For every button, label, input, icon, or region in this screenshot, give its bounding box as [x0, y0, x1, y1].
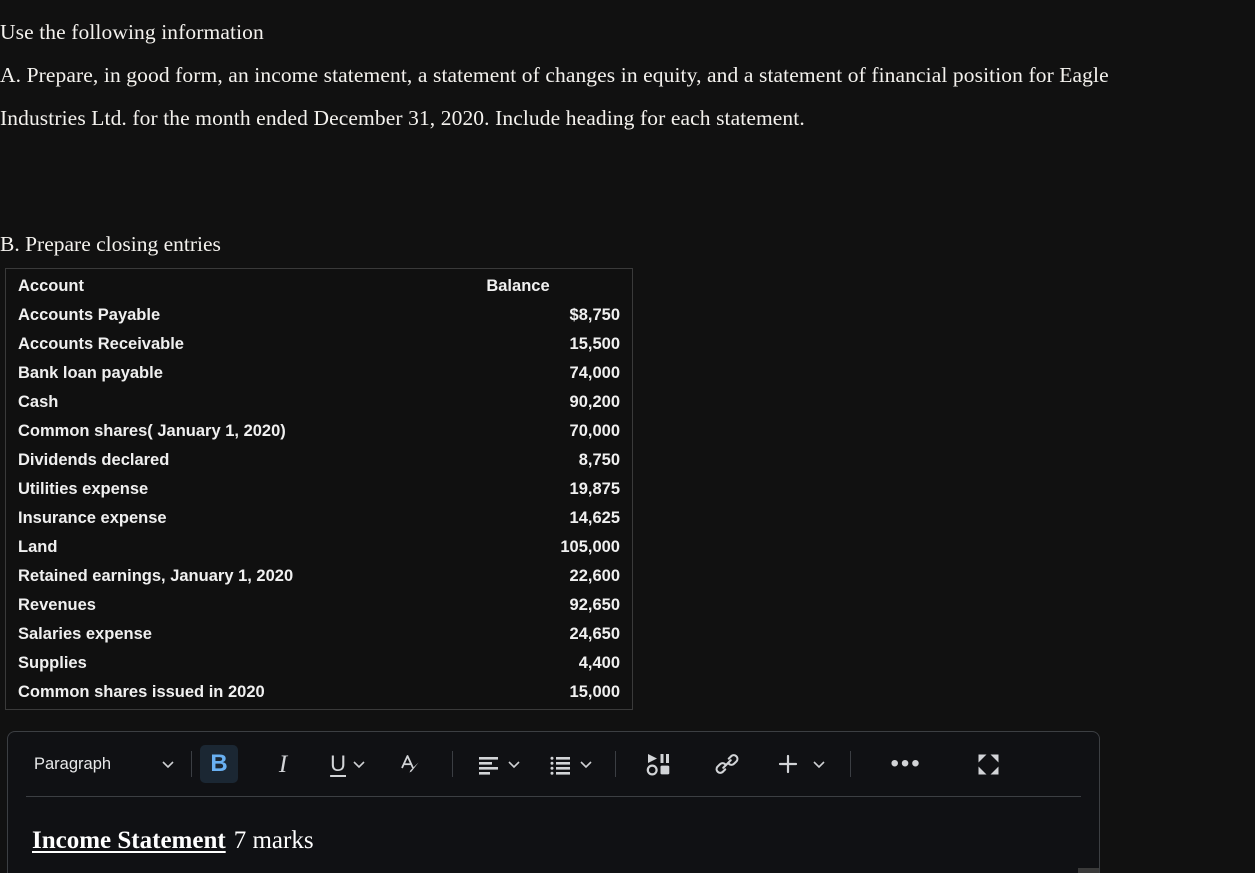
insert-media-icon: [646, 752, 672, 776]
table-row: Utilities expense 19,875: [6, 475, 632, 504]
cell-balance: 90,200: [569, 393, 620, 411]
cell-balance: 19,875: [569, 480, 620, 498]
cell-account: Retained earnings, January 1, 2020: [18, 567, 294, 585]
fullscreen-expand-icon: [976, 752, 1001, 777]
prompt-line-1: Use the following information: [0, 20, 264, 44]
cell-balance: 92,650: [569, 596, 620, 614]
table-row: Cash 90,200: [6, 388, 632, 417]
toolbar-divider: [452, 751, 454, 777]
cell-balance: 8,750: [578, 451, 620, 469]
cell-account: Revenues: [18, 596, 96, 614]
chevron-down-icon: [810, 755, 828, 773]
cell-account: Salaries expense: [18, 625, 152, 643]
cell-account: Supplies: [18, 654, 87, 672]
cell-balance: $8,750: [569, 306, 620, 324]
prompt-part-b: B. Prepare closing entries: [0, 232, 221, 256]
table-row: Supplies 4,400: [6, 649, 632, 678]
account-balance-table: Account Balance Accounts Payable $8,750 Ac…: [5, 268, 633, 710]
underline-button[interactable]: U: [330, 745, 368, 783]
table-row: Accounts Receivable 15,500: [6, 330, 632, 359]
italic-button[interactable]: I: [264, 745, 302, 783]
toolbar-divider: [615, 751, 617, 777]
bulleted-list-button[interactable]: [549, 745, 595, 783]
cell-balance: 74,000: [569, 364, 620, 382]
header-balance: Balance: [486, 277, 550, 295]
bold-icon: B: [210, 750, 228, 777]
table-row: Bank loan payable 74,000: [6, 359, 632, 388]
cell-account: Land: [18, 538, 58, 556]
cell-balance: 14,625: [569, 509, 620, 527]
cell-balance: 24,650: [569, 625, 620, 643]
underline-icon: U: [330, 751, 346, 776]
link-button[interactable]: [708, 745, 746, 783]
header-account: Account: [18, 277, 84, 295]
balance-table-body: Accounts Payable $8,750 Accounts Receivabl…: [6, 301, 632, 707]
editor-content-area[interactable]: Income Statement 7 marks: [8, 797, 1099, 873]
chevron-down-icon: [350, 755, 368, 773]
cell-balance: 70,000: [569, 422, 620, 440]
cell-account: Common shares issued in 2020: [18, 683, 265, 701]
table-row: Retained earnings, January 1, 2020 22,600: [6, 562, 632, 591]
paragraph-style-label: Paragraph: [34, 754, 112, 773]
text-color-button[interactable]: [392, 745, 430, 783]
document-heading: Income Statement: [32, 827, 226, 854]
more-options-button[interactable]: •••: [887, 745, 925, 783]
cell-account: Bank loan payable: [18, 364, 163, 382]
bulleted-list-icon: [549, 753, 573, 775]
insert-button[interactable]: [776, 745, 828, 783]
align-button[interactable]: [477, 745, 523, 783]
chevron-down-icon: [505, 755, 523, 773]
align-left-icon: [477, 753, 501, 775]
cell-account: Common shares( January 1, 2020): [18, 422, 286, 440]
text-color-pen-icon: [398, 751, 424, 777]
editor-toolbar: Paragraph B I U •••: [8, 732, 1099, 796]
table-header-row: Account Balance: [6, 272, 632, 301]
table-row: Insurance expense 14,625: [6, 504, 632, 533]
cell-balance: 22,600: [569, 567, 620, 585]
table-row: Revenues 92,650: [6, 591, 632, 620]
chevron-down-icon: [577, 755, 595, 773]
table-row: Common shares issued in 2020 15,000: [6, 678, 632, 707]
plus-icon: [776, 752, 800, 776]
document-line: Income Statement 7 marks: [32, 826, 1099, 856]
scroll-up-arrow-icon[interactable]: [1078, 868, 1099, 873]
cell-account: Cash: [18, 393, 59, 411]
chevron-down-icon: [159, 755, 177, 773]
table-row: Common shares( January 1, 2020) 70,000: [6, 417, 632, 446]
link-icon: [714, 751, 740, 777]
balance-table-head: Account Balance: [6, 272, 632, 301]
editor-scrollbar[interactable]: [1078, 868, 1099, 873]
cell-balance: 15,000: [569, 683, 620, 701]
document-heading-marks: 7 marks: [233, 827, 314, 854]
cell-balance: 105,000: [560, 538, 620, 556]
cell-account: Accounts Payable: [18, 306, 161, 324]
cell-account: Accounts Receivable: [18, 335, 184, 353]
insert-media-button[interactable]: [640, 745, 678, 783]
table-row: Dividends declared 8,750: [6, 446, 632, 475]
table-row: Accounts Payable $8,750: [6, 301, 632, 330]
toolbar-divider: [850, 751, 852, 777]
table-row: Salaries expense 24,650: [6, 620, 632, 649]
more-options-icon: •••: [890, 750, 922, 777]
cell-account: Insurance expense: [18, 509, 167, 527]
fullscreen-button[interactable]: [969, 745, 1007, 783]
toolbar-divider: [191, 751, 193, 777]
balance-table-element: Account Balance Accounts Payable $8,750 Ac…: [6, 272, 632, 707]
cell-balance: 15,500: [569, 335, 620, 353]
question-prompt: Use the following information A. Prepare…: [0, 11, 1120, 140]
bold-button[interactable]: B: [200, 745, 239, 783]
cell-account: Utilities expense: [18, 480, 149, 498]
rich-text-editor-panel: Paragraph B I U ••• Income Statement 7 m…: [7, 731, 1100, 873]
italic-icon: I: [278, 750, 288, 778]
prompt-line-2: A. Prepare, in good form, an income stat…: [0, 63, 1109, 130]
cell-balance: 4,400: [578, 654, 620, 672]
cell-account: Dividends declared: [18, 451, 170, 469]
paragraph-style-select[interactable]: Paragraph: [26, 745, 183, 783]
table-row: Land 105,000: [6, 533, 632, 562]
